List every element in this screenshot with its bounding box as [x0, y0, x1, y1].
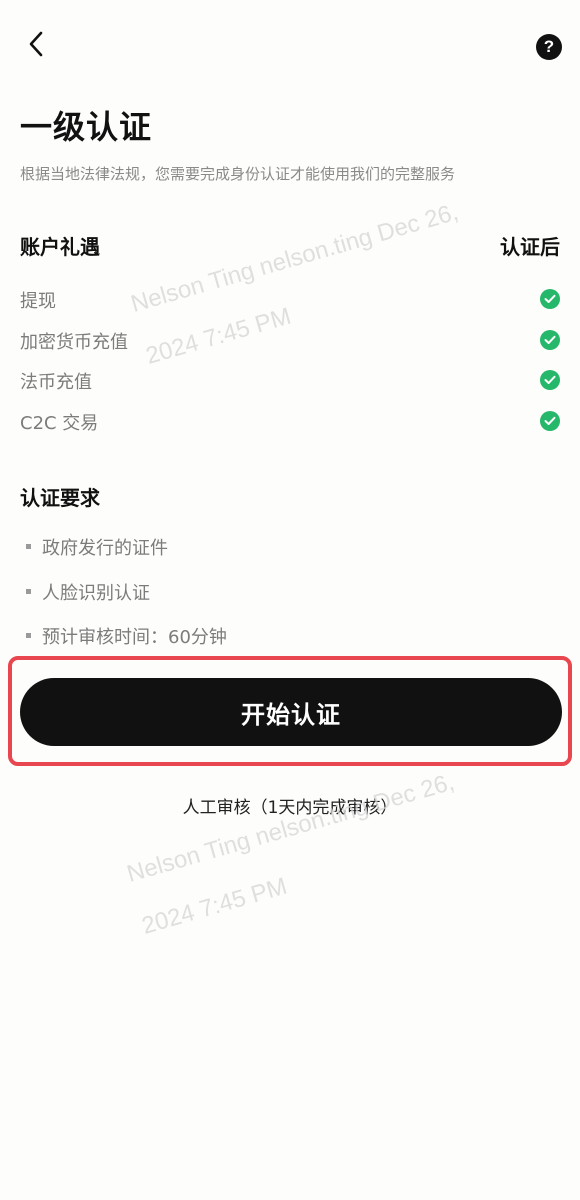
watermark-line: Nelson Ting nelson.ting Dec 26,	[124, 768, 458, 888]
benefits-heading: 账户礼遇	[20, 235, 100, 259]
check-circle-icon	[540, 329, 560, 350]
review-note: 人工审核（1天内完成审核）	[182, 798, 398, 818]
requirement-text: 预计审核时间：60分钟	[42, 627, 227, 648]
start-verification-button[interactable]: 开始认证	[20, 678, 562, 746]
list-item: 法币充值	[20, 365, 560, 406]
benefit-label: 提现	[20, 291, 56, 312]
requirements-heading: 认证要求	[20, 486, 100, 510]
requirement-text: 政府发行的证件	[42, 538, 168, 559]
list-item: 政府发行的证件	[26, 534, 227, 579]
question-circle-icon: ?	[543, 37, 555, 56]
list-item: 提现	[20, 284, 560, 325]
benefits-header: 账户礼遇 认证后	[20, 231, 560, 259]
benefit-list: 提现 加密货币充值 法币充值 C2C 交易	[20, 284, 560, 446]
chevron-left-icon	[28, 31, 44, 61]
list-item: C2C 交易	[20, 406, 560, 447]
benefit-label: 加密货币充值	[20, 331, 128, 353]
list-item: 人脸识别认证	[26, 579, 227, 624]
watermark-line: 2024 7:45 PM	[138, 872, 290, 940]
check-circle-icon	[540, 410, 560, 431]
bullet-icon	[26, 633, 31, 638]
bullet-icon	[26, 588, 31, 594]
page-title: 一级认证	[20, 108, 153, 146]
verification-page: ? 一级认证 根据当地法律法规，您需要完成身份认证才能使用我们的完整服务 账户礼…	[0, 0, 580, 1200]
check-circle-icon	[540, 370, 560, 390]
benefit-label: 法币充值	[20, 372, 92, 393]
bullet-icon	[26, 544, 31, 549]
page-subtitle: 根据当地法律法规，您需要完成身份认证才能使用我们的完整服务	[20, 165, 456, 183]
benefit-label: C2C 交易	[20, 412, 99, 434]
requirement-list: 政府发行的证件 人脸识别认证 预计审核时间：60分钟	[26, 534, 227, 668]
top-bar: ?	[0, 28, 580, 68]
after-verification-label: 认证后	[500, 235, 560, 259]
list-item: 加密货币充值	[20, 325, 560, 366]
check-circle-icon	[540, 289, 560, 309]
back-button[interactable]	[18, 28, 54, 64]
requirement-text: 人脸识别认证	[42, 582, 150, 604]
help-button[interactable]: ?	[536, 34, 562, 60]
